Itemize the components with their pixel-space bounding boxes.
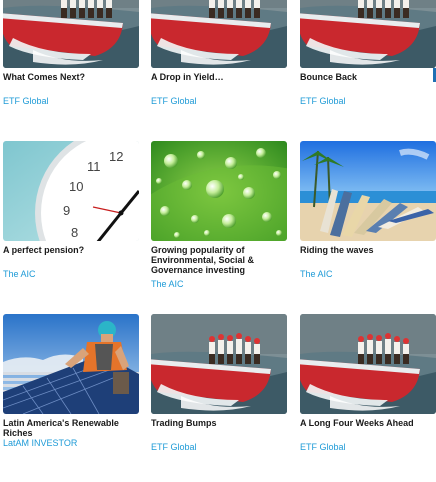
article-source-link[interactable]: ETF Global [300, 442, 436, 453]
svg-text:8: 8 [71, 225, 78, 240]
article-title[interactable]: A Drop in Yield… [151, 72, 287, 82]
article-source-link[interactable]: The AIC [300, 269, 436, 280]
svg-text:9: 9 [63, 203, 70, 218]
article-title[interactable]: What Comes Next? [3, 72, 139, 82]
article-card[interactable]: Trading Bumps ETF Global [151, 314, 287, 453]
wall-clock-image[interactable]: 11 12 10 9 8 [3, 141, 139, 241]
sailing-boat-image[interactable] [300, 314, 436, 414]
article-card[interactable]: Riding the waves The AIC [300, 141, 436, 280]
article-card[interactable]: Bounce Back ETF Global [300, 0, 436, 107]
article-title[interactable]: Bounce Back [300, 72, 436, 82]
article-source-link[interactable]: ETF Global [151, 442, 287, 453]
article-card[interactable]: A Long Four Weeks Ahead ETF Global [300, 314, 436, 453]
article-source-link[interactable]: ETF Global [3, 96, 139, 107]
solar-panel-worker-image[interactable] [3, 314, 139, 414]
article-title[interactable]: A perfect pension? [3, 245, 139, 255]
article-title[interactable]: Latin America's Renewable Riches [3, 418, 139, 438]
sailing-boat-image[interactable] [300, 0, 436, 68]
beach-surfboards-image[interactable] [300, 141, 436, 241]
article-title[interactable]: Growing popularity of Environmental, Soc… [151, 245, 287, 275]
article-title[interactable]: Riding the waves [300, 245, 436, 255]
svg-text:11: 11 [87, 159, 101, 174]
water-droplets-leaf-image[interactable] [151, 141, 287, 241]
article-source-link[interactable]: The AIC [151, 279, 287, 290]
article-source-link[interactable]: The AIC [3, 269, 139, 280]
article-card[interactable]: Latin America's Renewable Riches LatAM I… [3, 314, 139, 449]
article-grid: What Comes Next? ETF Global A Drop in Yi… [0, 0, 436, 482]
article-card[interactable]: What Comes Next? ETF Global [3, 0, 139, 107]
article-card[interactable]: Growing popularity of Environmental, Soc… [151, 141, 287, 290]
article-title[interactable]: A Long Four Weeks Ahead [300, 418, 436, 428]
sailing-boat-image[interactable] [151, 314, 287, 414]
article-title[interactable]: Trading Bumps [151, 418, 287, 428]
svg-text:10: 10 [69, 179, 83, 194]
article-source-link[interactable]: ETF Global [151, 96, 287, 107]
article-source-link[interactable]: LatAM INVESTOR [3, 438, 139, 449]
article-source-link[interactable]: ETF Global [300, 96, 436, 107]
sailing-boat-image[interactable] [151, 0, 287, 68]
article-card[interactable]: A Drop in Yield… ETF Global [151, 0, 287, 107]
svg-text:12: 12 [109, 149, 123, 164]
sailing-boat-image[interactable] [3, 0, 139, 68]
article-card[interactable]: 11 12 10 9 8 A perfect pension? The AIC [3, 141, 139, 280]
